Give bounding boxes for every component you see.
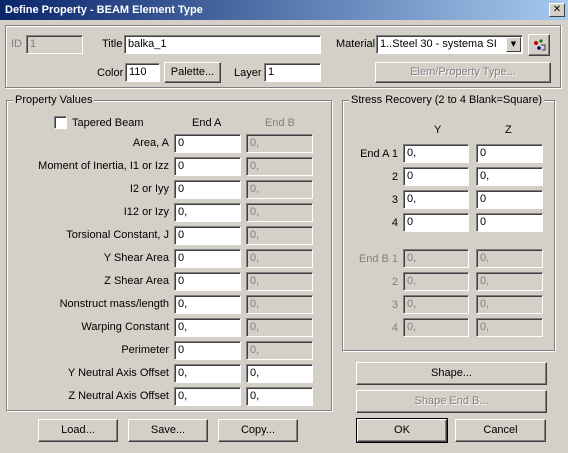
title-field[interactable]: balka_1	[124, 35, 321, 54]
end-b-field[interactable]: 0,	[246, 387, 313, 406]
stress-row-label: End A 1	[360, 148, 398, 160]
stress-z-field: 0,	[476, 295, 543, 314]
row-label: I2 or Iyy	[129, 183, 169, 195]
layer-label: Layer	[234, 67, 262, 79]
stress-y-field[interactable]: 0,	[403, 190, 469, 209]
stress-row-label: 3	[391, 299, 398, 311]
row-label: Moment of Inertia, I1 or Izz	[38, 160, 169, 172]
tapered-beam-checkbox[interactable]	[54, 116, 67, 129]
stress-recovery-title: Stress Recovery (2 to 4 Blank=Square)	[349, 94, 545, 106]
chevron-down-icon[interactable]: ▼	[506, 37, 521, 52]
row-label: Y Shear Area	[103, 252, 169, 264]
row-label: Nonstruct mass/length	[59, 298, 169, 310]
end-b-field: 0,	[246, 157, 313, 176]
stress-z-field[interactable]: 0	[476, 144, 543, 163]
end-a-field[interactable]: 0	[174, 157, 241, 176]
stress-y-field: 0,	[403, 318, 469, 337]
end-b-header: End B	[265, 117, 295, 129]
stress-row-label: 4	[391, 217, 398, 229]
color-label: Color	[97, 67, 124, 79]
window-title: Define Property - BEAM Element Type	[5, 4, 203, 16]
layer-field[interactable]: 1	[264, 63, 321, 82]
end-a-field[interactable]: 0,	[174, 318, 241, 337]
z-header: Z	[505, 124, 512, 136]
end-b-field: 0,	[246, 272, 313, 291]
end-b-field: 0,	[246, 295, 313, 314]
end-a-field[interactable]: 0,	[174, 387, 241, 406]
row-label: Y Neutral Axis Offset	[67, 367, 169, 379]
property-values-title: Property Values	[13, 94, 95, 106]
save-button[interactable]: Save...	[128, 419, 208, 442]
material-manager-button[interactable]	[528, 34, 550, 56]
end-b-field[interactable]: 0,	[246, 364, 313, 383]
end-a-field[interactable]: 0	[174, 341, 241, 360]
stress-y-field: 0,	[403, 295, 469, 314]
cancel-button[interactable]: Cancel	[455, 419, 546, 442]
end-b-field: 0,	[246, 134, 313, 153]
stress-y-field[interactable]: 0,	[403, 144, 469, 163]
end-b-field: 0,	[246, 341, 313, 360]
end-a-field[interactable]: 0	[174, 272, 241, 291]
close-button[interactable]: ✕	[549, 3, 565, 17]
end-b-field: 0,	[246, 318, 313, 337]
load-button[interactable]: Load...	[38, 419, 118, 442]
y-header: Y	[434, 124, 442, 136]
row-label: Warping Constant	[81, 321, 169, 333]
title-label: Title	[102, 38, 123, 50]
stress-z-field: 0,	[476, 249, 543, 268]
stress-z-field[interactable]: 0	[476, 213, 543, 232]
copy-button[interactable]: Copy...	[218, 419, 298, 442]
row-label: Area, A	[132, 137, 169, 149]
end-b-field: 0,	[246, 180, 313, 199]
shape-button[interactable]: Shape...	[356, 362, 547, 385]
stress-z-field: 0,	[476, 318, 543, 337]
end-b-field: 0,	[246, 226, 313, 245]
end-a-field[interactable]: 0,	[174, 295, 241, 314]
row-label: Z Neutral Axis Offset	[68, 390, 169, 402]
stress-row-label: 3	[391, 194, 398, 206]
end-a-field[interactable]: 0	[174, 134, 241, 153]
row-label: I12 or Izy	[123, 206, 169, 218]
material-value: 1..Steel 30 - systema SI	[380, 38, 497, 50]
shape-end-b-button: Shape End B...	[356, 390, 547, 413]
stress-y-field[interactable]: 0	[403, 167, 469, 186]
stress-row-label: 2	[391, 276, 398, 288]
end-a-field[interactable]: 0	[174, 249, 241, 268]
color-field[interactable]: 110	[125, 63, 160, 82]
ok-button[interactable]: OK	[356, 418, 448, 443]
material-library-icon	[534, 39, 546, 51]
id-field: 1	[26, 35, 83, 54]
stress-y-field: 0,	[403, 272, 469, 291]
stress-row-label: 4	[391, 322, 398, 334]
elem-property-type-button: Elem/Property Type...	[375, 62, 551, 83]
stress-y-field[interactable]: 0	[403, 213, 469, 232]
end-a-field[interactable]: 0	[174, 226, 241, 245]
stress-row-label: End B 1	[358, 253, 398, 265]
stress-row-label: 2	[391, 171, 398, 183]
end-b-field: 0,	[246, 249, 313, 268]
end-a-field[interactable]: 0	[174, 180, 241, 199]
stress-z-field[interactable]: 0	[476, 190, 543, 209]
stress-z-field[interactable]: 0,	[476, 167, 543, 186]
material-label: Material	[336, 38, 376, 50]
end-b-field: 0,	[246, 203, 313, 222]
stress-z-field: 0,	[476, 272, 543, 291]
material-select[interactable]: 1..Steel 30 - systema SI ▼	[376, 35, 523, 54]
end-a-field[interactable]: 0,	[174, 364, 241, 383]
tapered-beam-label: Tapered Beam	[72, 117, 144, 129]
id-label: ID	[11, 38, 22, 50]
palette-button[interactable]: Palette...	[164, 62, 221, 83]
row-label: Torsional Constant, J	[66, 229, 169, 241]
row-label: Perimeter	[121, 344, 169, 356]
end-a-header: End A	[192, 117, 222, 129]
end-a-field[interactable]: 0,	[174, 203, 241, 222]
stress-y-field: 0,	[403, 249, 469, 268]
row-label: Z Shear Area	[104, 275, 169, 287]
title-bar: Define Property - BEAM Element Type ✕	[0, 0, 568, 20]
